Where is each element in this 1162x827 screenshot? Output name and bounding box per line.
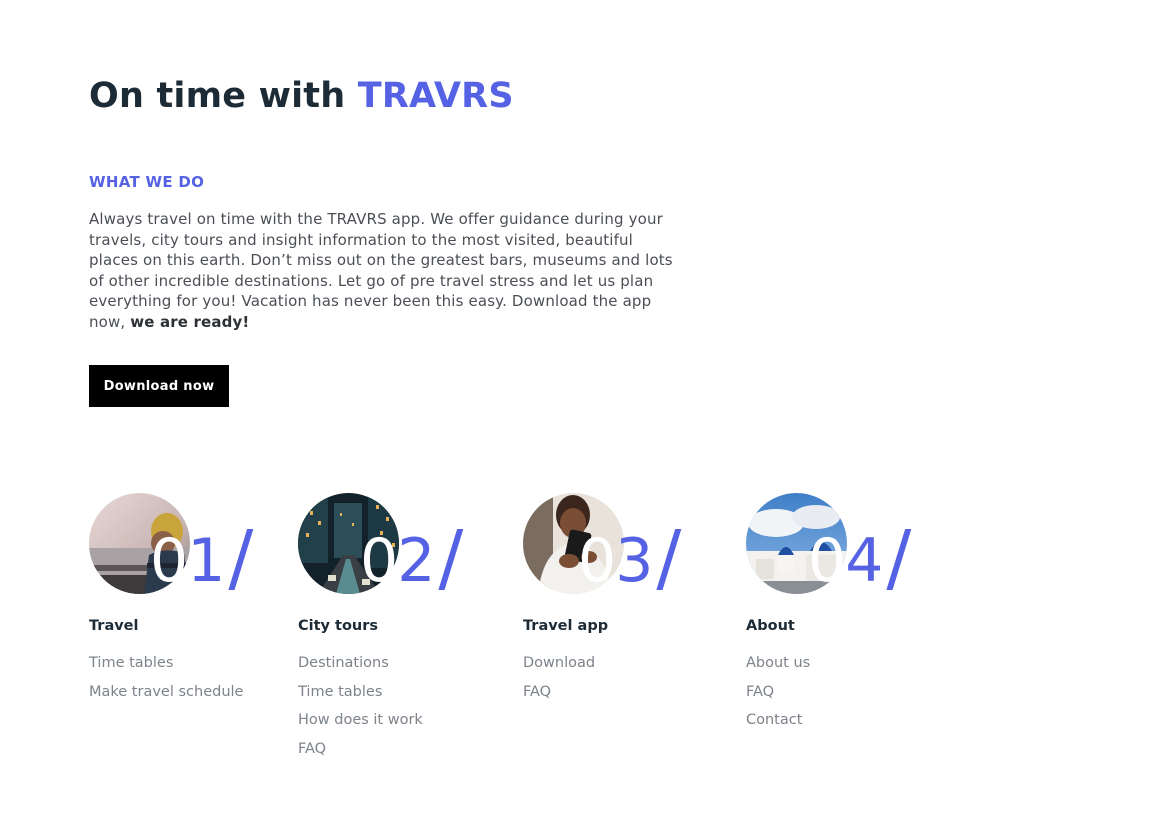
link-destinations[interactable]: Destinations xyxy=(298,653,423,682)
feature-title: City tours xyxy=(298,618,379,634)
feature-thumb-wrap: 02/ xyxy=(298,493,478,603)
feature-links: Time tables Make travel schedule xyxy=(89,653,243,710)
feature-title: Travel xyxy=(89,618,139,634)
link-time-tables[interactable]: Time tables xyxy=(89,653,243,682)
link-contact[interactable]: Contact xyxy=(746,710,810,739)
feature-thumb-wrap: 04/ xyxy=(746,493,926,603)
link-faq[interactable]: FAQ xyxy=(746,682,810,711)
link-about-us[interactable]: About us xyxy=(746,653,810,682)
feature-thumb-wrap: 01/ xyxy=(89,493,269,603)
link-faq[interactable]: FAQ xyxy=(298,739,423,768)
feature-title: About xyxy=(746,618,795,634)
link-make-travel-schedule[interactable]: Make travel schedule xyxy=(89,682,243,711)
feature-number: 04/ xyxy=(808,515,911,601)
link-download[interactable]: Download xyxy=(523,653,595,682)
intro-paragraph: Always travel on time with the TRAVRS ap… xyxy=(89,209,679,333)
feature-number: 03/ xyxy=(578,515,681,601)
feature-links: About us FAQ Contact xyxy=(746,653,810,739)
download-now-button[interactable]: Download now xyxy=(89,365,229,407)
feature-number: 02/ xyxy=(360,515,463,601)
feature-column-travel: 01/ Travel Time tables Make travel sched… xyxy=(89,493,269,700)
page-title: On time with TRAVRS xyxy=(89,74,514,118)
feature-column-city-tours: 02/ City tours Destinations Time tables … xyxy=(298,493,478,757)
link-faq[interactable]: FAQ xyxy=(523,682,595,711)
feature-column-travel-app: 03/ Travel app Download FAQ xyxy=(523,493,703,700)
link-time-tables[interactable]: Time tables xyxy=(298,682,423,711)
feature-links: Destinations Time tables How does it wor… xyxy=(298,653,423,767)
feature-thumb-wrap: 03/ xyxy=(523,493,703,603)
link-how-does-it-work[interactable]: How does it work xyxy=(298,710,423,739)
page-title-lead: On time with xyxy=(89,76,358,116)
section-eyebrow: WHAT WE DO xyxy=(89,173,205,191)
feature-number: 01/ xyxy=(150,515,253,601)
intro-emphasis: we are ready! xyxy=(130,312,250,331)
feature-title: Travel app xyxy=(523,618,609,634)
feature-column-about: 04/ About About us FAQ Contact xyxy=(746,493,926,728)
feature-links: Download FAQ xyxy=(523,653,595,710)
brand-name: TRAVRS xyxy=(357,76,514,116)
